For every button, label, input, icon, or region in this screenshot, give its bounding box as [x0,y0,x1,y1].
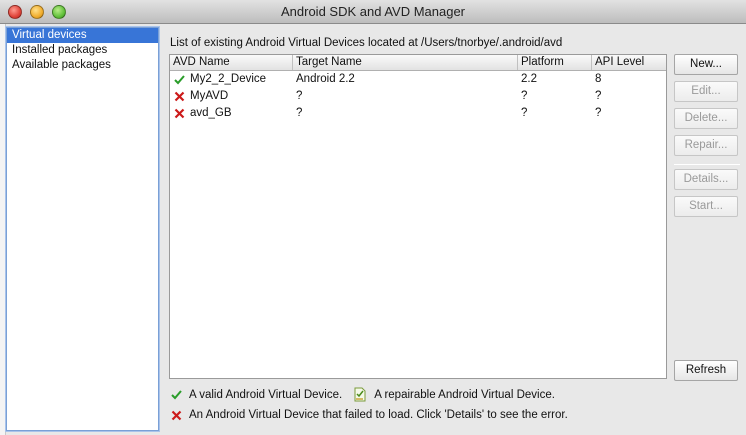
refresh-button[interactable]: Refresh [674,360,738,381]
platform-cell: ? [521,107,528,119]
title-bar[interactable]: Android SDK and AVD Manager [0,0,746,24]
column-header-platform[interactable]: Platform [518,55,592,70]
sidebar-item-virtual-devices[interactable]: Virtual devices [7,28,158,43]
column-header-api-level[interactable]: API Level [592,55,666,70]
sidebar-item-installed-packages[interactable]: Installed packages [7,43,158,58]
avd-name: MyAVD [190,90,229,102]
table-row[interactable]: avd_GB ? ? ? [170,105,666,122]
target-name-cell: ? [296,107,303,119]
avd-name-cell: My2_2_Device [170,71,293,88]
button-separator [674,164,740,165]
delete-button[interactable]: Delete... [674,108,738,129]
avd-name: My2_2_Device [190,73,267,85]
edit-button[interactable]: Edit... [674,81,738,102]
column-header-avd-name[interactable]: AVD Name [170,55,293,70]
api-level-cell: ? [595,107,602,119]
avd-table[interactable]: AVD Name Target Name Platform API Level … [169,54,667,379]
main-panel: List of existing Android Virtual Devices… [164,27,742,431]
target-name-cell: ? [296,90,303,102]
legend-row-valid-repairable: A valid Android Virtual Device. A repair… [171,387,555,402]
table-row[interactable]: My2_2_Device Android 2.2 2.2 8 [170,71,666,88]
table-header: AVD Name Target Name Platform API Level [170,55,666,71]
error-x-icon [174,108,185,119]
sidebar: Virtual devices Installed packages Avail… [6,27,159,431]
avd-name-cell: MyAVD [170,88,293,105]
api-level-cell: 8 [595,73,602,85]
table-row[interactable]: MyAVD ? ? ? [170,88,666,105]
api-level-cell: ? [595,90,602,102]
check-icon [171,390,182,400]
new-button[interactable]: New... [674,54,738,75]
legend-failed-text: An Android Virtual Device that failed to… [189,409,568,421]
sidebar-item-available-packages[interactable]: Available packages [7,58,158,73]
column-header-target-name[interactable]: Target Name [293,55,518,70]
platform-cell: ? [521,90,528,102]
avd-name-cell: avd_GB [170,105,293,122]
error-x-icon [174,91,185,102]
window-title: Android SDK and AVD Manager [280,4,466,19]
check-icon [174,75,185,85]
platform-cell: 2.2 [521,73,537,85]
details-button[interactable]: Details... [674,169,738,190]
legend-row-failed: An Android Virtual Device that failed to… [171,409,568,421]
target-name-cell: Android 2.2 [296,73,355,85]
legend-valid-text: A valid Android Virtual Device. [189,388,343,401]
avd-location-header: List of existing Android Virtual Devices… [170,37,563,49]
avd-name: avd_GB [190,107,232,119]
repair-icon [354,387,366,402]
start-button[interactable]: Start... [674,196,738,217]
error-x-icon [171,410,182,420]
legend-repairable-text: A repairable Android Virtual Device. [374,388,555,401]
repair-button[interactable]: Repair... [674,135,738,156]
